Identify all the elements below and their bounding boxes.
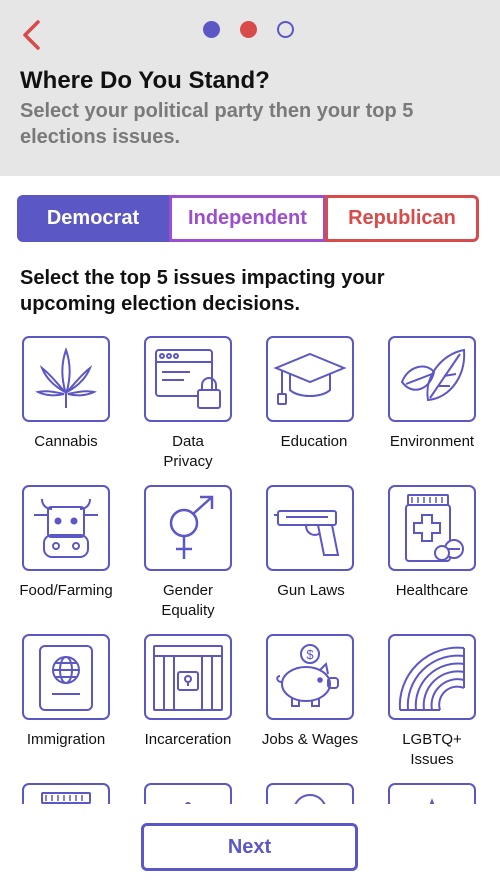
cannabis-leaf-icon	[35, 347, 97, 408]
passport-icon	[39, 645, 93, 711]
medicine-bottle-icon	[405, 494, 464, 562]
issue-label: Education	[280, 433, 348, 450]
progress-dot-1	[203, 21, 220, 38]
progress-dots	[203, 21, 294, 38]
issue-label: Data Privacy	[163, 433, 213, 470]
page-subtitle: Select your political party then your to…	[20, 100, 414, 148]
calendar-icon	[41, 792, 91, 804]
cow-icon	[34, 498, 98, 558]
issue-label: Cannabis	[34, 433, 98, 450]
next-button[interactable]: Next	[141, 823, 358, 871]
header: Where Do You Stand? Select your politica…	[0, 0, 500, 176]
rainbow-icon	[398, 646, 465, 711]
svg-text:$: $	[306, 647, 314, 662]
rocket-icon	[429, 798, 435, 804]
party-independent-button[interactable]: Independent	[169, 195, 326, 242]
page-title: Where Do You Stand?	[20, 67, 270, 94]
issue-label: Gender Equality	[161, 582, 215, 619]
globe-icon	[294, 794, 326, 804]
chevron-left-icon[interactable]	[18, 18, 48, 52]
issues-prompt: Select the top 5 issues impacting your u…	[20, 267, 385, 315]
issue-label: Food/Farming	[19, 582, 113, 599]
party-selector: Democrat Independent Republican	[17, 195, 480, 242]
gender-symbol-icon	[169, 495, 214, 559]
issue-label: Jobs & Wages	[261, 731, 359, 748]
issue-label: Gun Laws	[277, 582, 345, 599]
partial-icon	[185, 802, 191, 804]
issue-label: Incarceration	[144, 731, 232, 748]
browser-lock-icon	[155, 349, 221, 409]
graduation-cap-icon	[273, 352, 347, 405]
issue-label: Healthcare	[395, 582, 469, 599]
progress-dot-2	[240, 21, 257, 38]
progress-dot-3	[277, 21, 294, 38]
issue-label: Environment	[389, 433, 475, 450]
party-democrat-button[interactable]: Democrat	[17, 195, 169, 242]
piggy-bank-icon: $	[276, 644, 339, 707]
pistol-icon	[274, 510, 340, 556]
issues-grid: Cannabis Data Privacy Education Environm…	[0, 336, 500, 804]
party-republican-button[interactable]: Republican	[325, 195, 479, 242]
leaves-icon	[400, 348, 466, 402]
issue-label: Immigration	[26, 731, 106, 748]
jail-cell-icon	[153, 645, 223, 711]
issue-label: LGBTQ+ Issues	[402, 731, 462, 768]
